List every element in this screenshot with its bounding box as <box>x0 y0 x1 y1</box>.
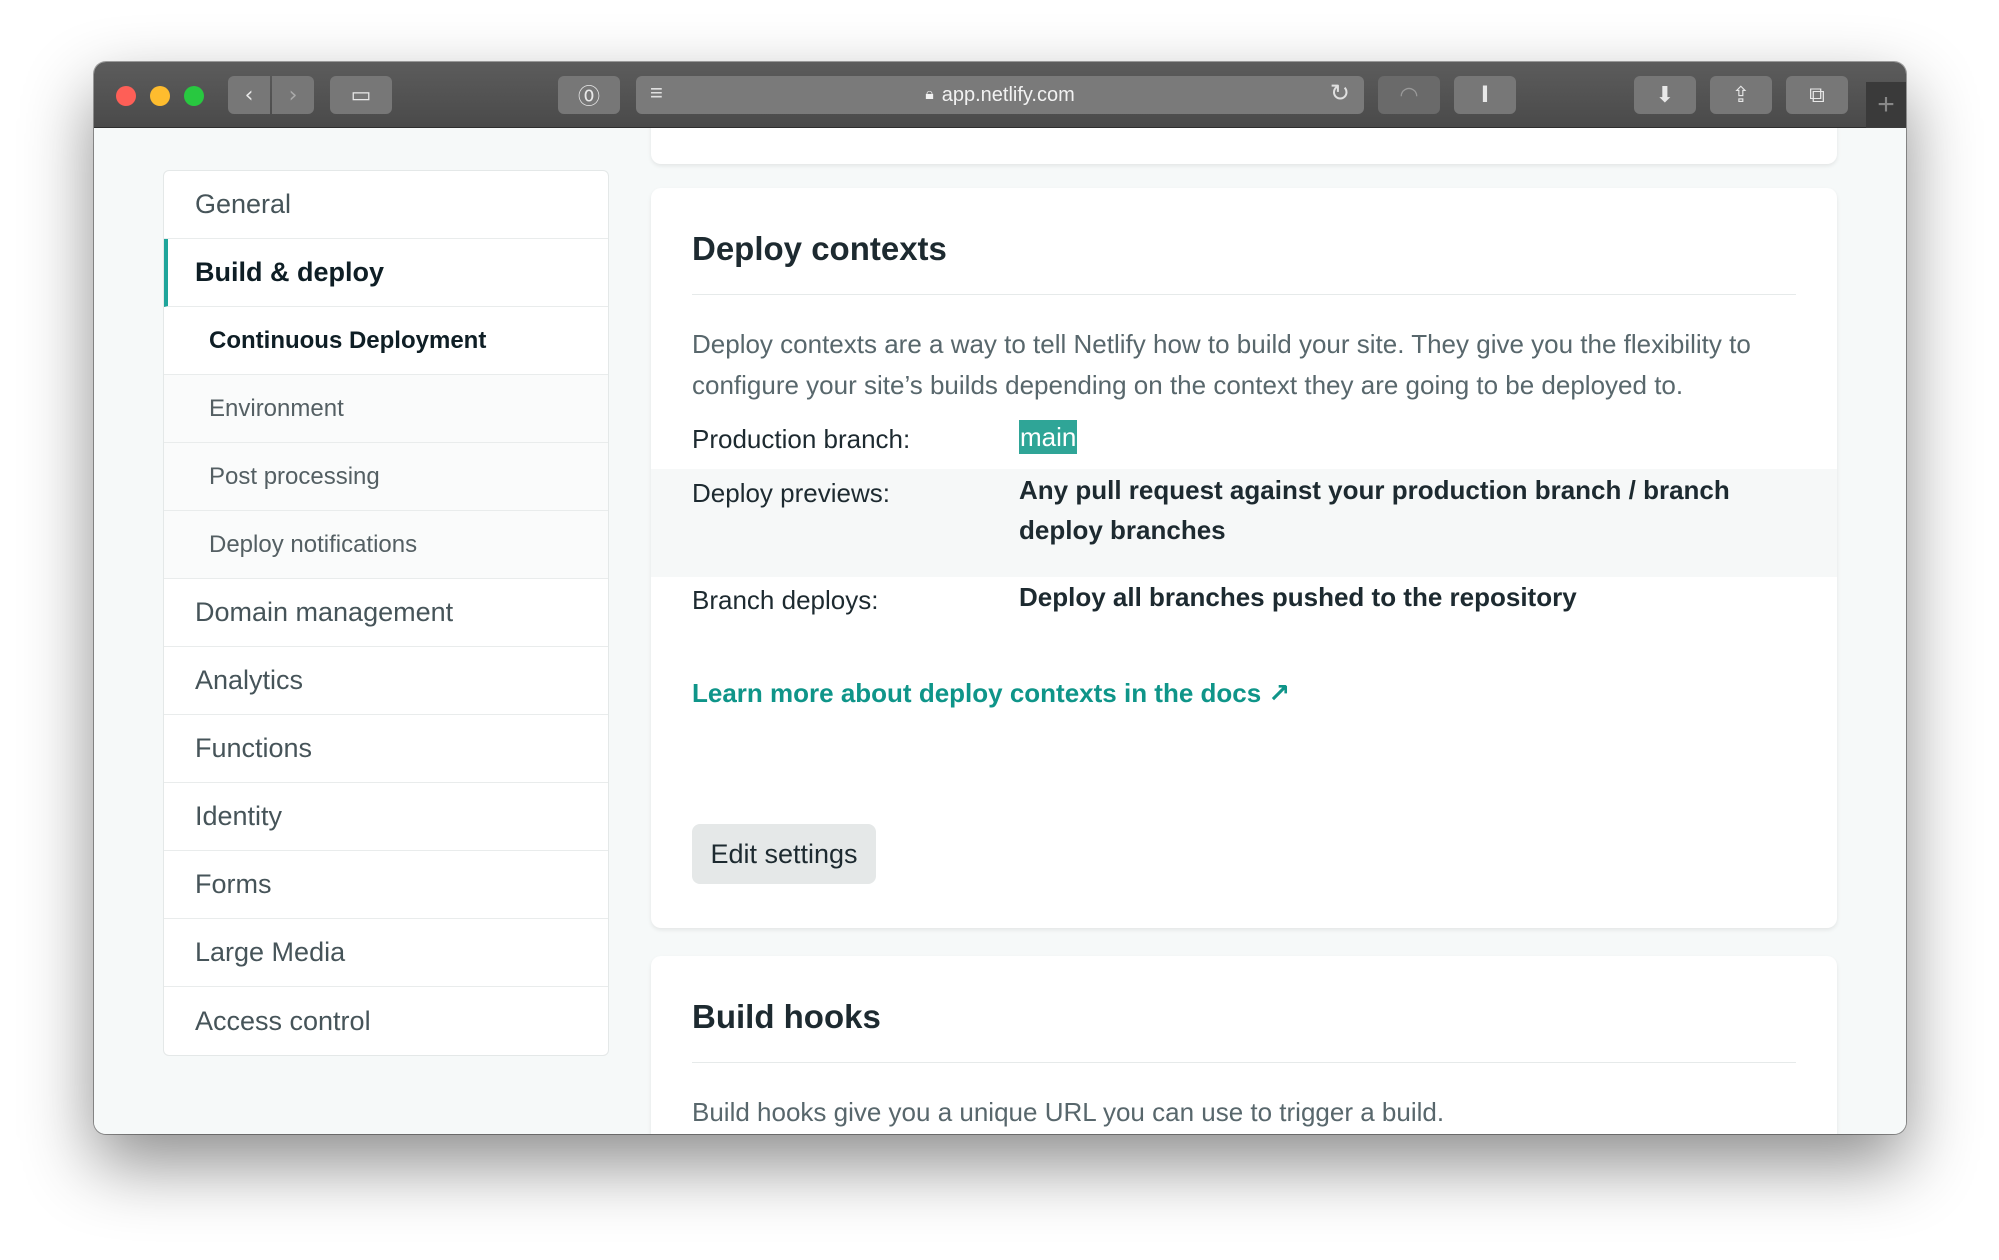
downloads-button[interactable]: ⬇ <box>1634 76 1696 114</box>
divider <box>692 1062 1796 1063</box>
sidebar-item-analytics[interactable]: Analytics <box>164 647 608 715</box>
sidebar-subitem-environment[interactable]: Environment <box>164 375 608 443</box>
tabs-icon: ⧉ <box>1809 82 1825 108</box>
lock-icon: 🔒︎ <box>925 86 934 103</box>
address-bar[interactable]: ≡ 🔒︎ app.netlify.com ↻ <box>636 76 1364 114</box>
deploy-previews-label: Deploy previews: <box>692 478 890 508</box>
share-icon: ⇪ <box>1731 82 1751 108</box>
zoom-window-button[interactable] <box>184 86 204 106</box>
sidebar-item-forms[interactable]: Forms <box>164 851 608 919</box>
page-content: General Build & deploy Continuous Deploy… <box>94 128 1906 1134</box>
chevron-left-icon: ‹ <box>244 82 254 108</box>
sidebar-item-domain-management[interactable]: Domain management <box>164 579 608 647</box>
branch-deploys-label: Branch deploys: <box>692 585 879 615</box>
url-text: app.netlify.com <box>941 83 1075 106</box>
share-button[interactable]: ⇪ <box>1710 76 1772 114</box>
production-branch-value: main <box>1019 420 1078 454</box>
build-hooks-description: Build hooks give you a unique URL you ca… <box>692 1097 1445 1127</box>
sidebar-icon: ▭ <box>350 82 372 108</box>
back-button[interactable]: ‹ <box>228 76 270 114</box>
deploy-previews-value: Any pull request against your production… <box>1019 475 1730 545</box>
forward-button[interactable]: › <box>272 76 314 114</box>
sidebar-item-functions[interactable]: Functions <box>164 715 608 783</box>
sidebar-subitem-continuous-deployment[interactable]: Continuous Deployment <box>164 307 608 375</box>
text-cursor-button[interactable]: I <box>1454 76 1516 114</box>
password-manager-icon: ⓪ <box>577 85 600 110</box>
sidebar-item-build-deploy[interactable]: Build & deploy <box>164 239 608 307</box>
sidebar-item-large-media[interactable]: Large Media <box>164 919 608 987</box>
deploy-contexts-card: Deploy contexts Deploy contexts are a wa… <box>651 188 1837 928</box>
sidebar-item-general[interactable]: General <box>164 171 608 239</box>
close-window-button[interactable] <box>116 86 136 106</box>
reload-icon[interactable]: ↻ <box>1330 79 1350 108</box>
download-icon: ⬇ <box>1655 82 1675 108</box>
deploy-contexts-title: Deploy contexts <box>692 230 947 267</box>
sidebar-subitem-deploy-notifications[interactable]: Deploy notifications <box>164 511 608 579</box>
rss-button[interactable]: ◠ <box>1378 76 1440 114</box>
production-branch-label: Production branch: <box>692 424 911 454</box>
chevron-right-icon: › <box>288 82 298 108</box>
tabs-overview-button[interactable]: ⧉ <box>1786 76 1848 114</box>
build-hooks-title: Build hooks <box>692 998 881 1035</box>
build-hooks-card: Build hooks Build hooks give you a uniqu… <box>651 956 1837 1134</box>
browser-window: ‹ › ▭ ⓪ ≡ 🔒︎ app.netlify.com ↻ ◠ I ⬇ ⇪ ⧉… <box>94 62 1906 1134</box>
sidebar-item-access-control[interactable]: Access control <box>164 987 608 1055</box>
plus-icon: + <box>1877 88 1895 121</box>
branch-deploys-value: Deploy all branches pushed to the reposi… <box>1019 582 1577 612</box>
rss-icon: ◠ <box>1399 82 1419 108</box>
deploy-contexts-description: Deploy contexts are a way to tell Netlif… <box>692 329 1751 400</box>
settings-sidebar: General Build & deploy Continuous Deploy… <box>163 170 609 1056</box>
minimize-window-button[interactable] <box>150 86 170 106</box>
new-tab-button[interactable]: + <box>1866 82 1906 128</box>
deploy-contexts-docs-link[interactable]: Learn more about deploy contexts in the … <box>692 678 1290 709</box>
sidebar-subitem-post-processing[interactable]: Post processing <box>164 443 608 511</box>
browser-toolbar: ‹ › ▭ ⓪ ≡ 🔒︎ app.netlify.com ↻ ◠ I ⬇ ⇪ ⧉… <box>94 62 1906 128</box>
edit-settings-button[interactable]: Edit settings <box>692 824 876 884</box>
sidebar-toggle-button[interactable]: ▭ <box>330 76 392 114</box>
divider <box>692 294 1796 295</box>
text-cursor-icon: I <box>1480 82 1490 108</box>
reader-icon[interactable]: ≡ <box>650 80 663 106</box>
password-manager-button[interactable]: ⓪ <box>558 76 620 114</box>
sidebar-item-identity[interactable]: Identity <box>164 783 608 851</box>
previous-card <box>651 128 1837 164</box>
